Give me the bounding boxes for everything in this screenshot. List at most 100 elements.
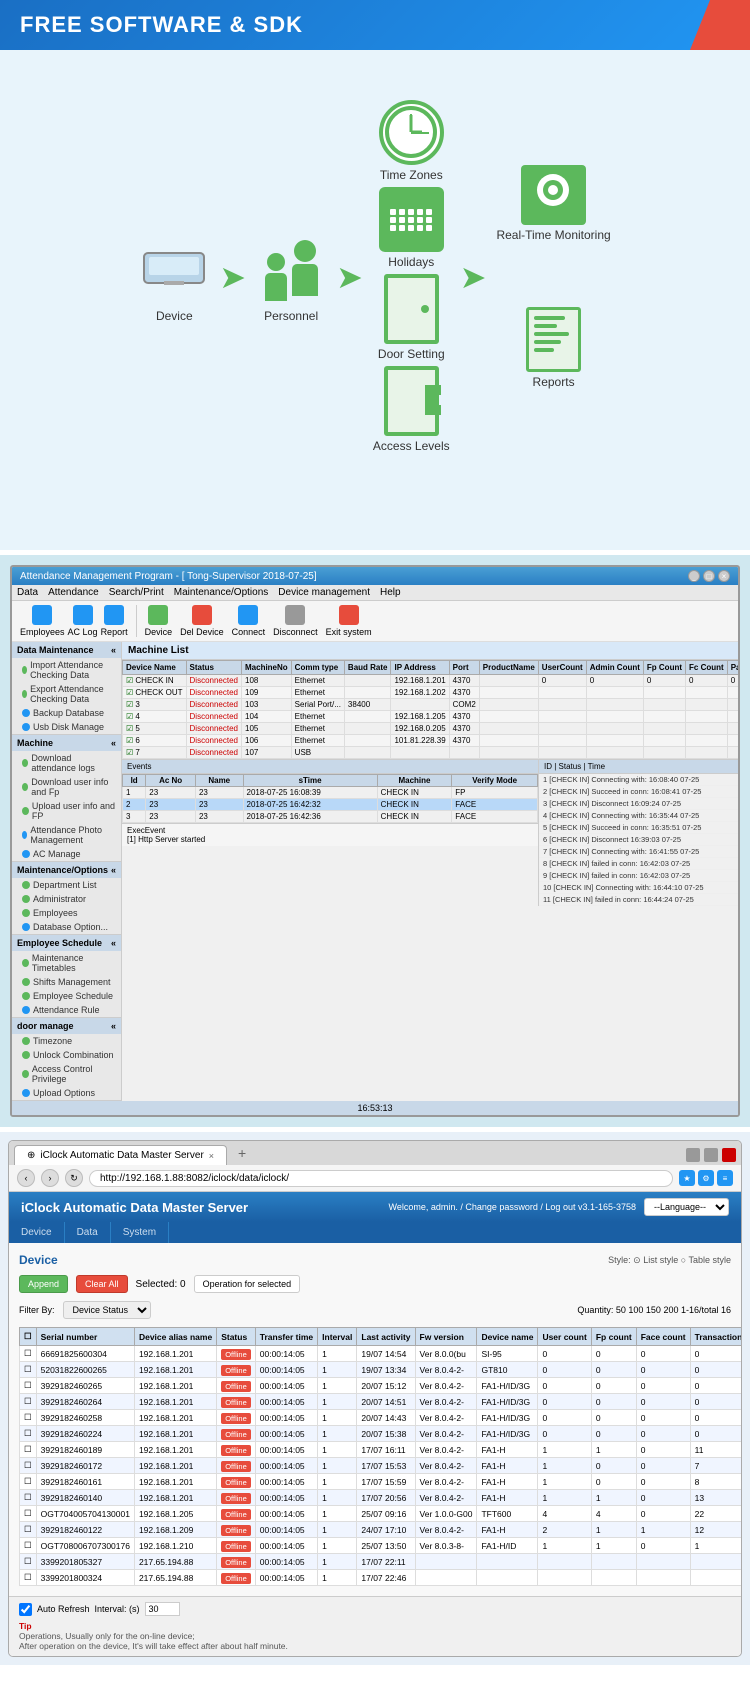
- url-input[interactable]: [89, 1170, 673, 1187]
- sidebar-db[interactable]: Database Option...: [12, 920, 121, 934]
- web-table-row[interactable]: ☐OGT708006707300176192.168.1.210 Offline…: [20, 1538, 743, 1554]
- sidebar-shifts[interactable]: Shifts Management: [12, 975, 121, 989]
- auto-refresh-checkbox[interactable]: [19, 1603, 32, 1616]
- sidebar-dept[interactable]: Department List: [12, 878, 121, 892]
- menu-help[interactable]: Help: [380, 587, 401, 598]
- close-btn[interactable]: ×: [718, 570, 730, 582]
- event-row[interactable]: 323232018-07-25 16:42:36CHECK INFACE: [123, 811, 538, 823]
- settings-icon[interactable]: ⚙: [698, 1170, 714, 1186]
- sidebar-backup[interactable]: Backup Database: [12, 706, 121, 720]
- forward-btn[interactable]: ›: [41, 1169, 59, 1187]
- table-row[interactable]: ☑ 6 Disconnected 106Ethernet 101.81.228.…: [123, 735, 739, 747]
- sidebar-admin[interactable]: Administrator: [12, 892, 121, 906]
- sidebar-door-header[interactable]: door manage«: [12, 1018, 121, 1034]
- sidebar-usb[interactable]: Usb Disk Manage: [12, 720, 121, 734]
- sidebar-access-priv[interactable]: Access Control Privilege: [12, 1062, 121, 1086]
- sidebar-upload-user[interactable]: Upload user info and FP: [12, 799, 121, 823]
- operation-btn[interactable]: Operation for selected: [194, 1275, 301, 1293]
- sidebar-emp-schedule-header[interactable]: Employee Schedule«: [12, 935, 121, 951]
- exit-system-btn[interactable]: Exit system: [326, 605, 372, 637]
- report-tab[interactable]: Report: [101, 605, 128, 637]
- web-table-row[interactable]: ☐3929182460122192.168.1.209 Offline 00:0…: [20, 1522, 743, 1538]
- sidebar-attendance-rule[interactable]: Attendance Rule: [12, 1003, 121, 1017]
- close-browser[interactable]: [722, 1148, 736, 1162]
- clear-all-btn[interactable]: Clear All: [76, 1275, 128, 1293]
- connect-btn[interactable]: Connect: [232, 605, 266, 637]
- th-alias: Device alias name: [134, 1328, 216, 1346]
- menu-device[interactable]: Device management: [278, 587, 370, 598]
- menu-attendance[interactable]: Attendance: [48, 587, 99, 598]
- web-table-row[interactable]: ☐3399201800324217.65.194.88 Offline 00:0…: [20, 1570, 743, 1586]
- sidebar-ac[interactable]: AC Manage: [12, 847, 121, 861]
- web-table-row[interactable]: ☐3399201805327217.65.194.88 Offline 00:0…: [20, 1554, 743, 1570]
- web-table-row[interactable]: ☐3929182460172192.168.1.201 Offline 00:0…: [20, 1458, 743, 1474]
- sidebar-upload-opts[interactable]: Upload Options: [12, 1086, 121, 1100]
- minimize-browser[interactable]: [686, 1148, 700, 1162]
- web-table-row[interactable]: ☐3929182460140192.168.1.201 Offline 00:0…: [20, 1490, 743, 1506]
- sidebar-employees[interactable]: Employees: [12, 906, 121, 920]
- back-btn[interactable]: ‹: [17, 1169, 35, 1187]
- restore-browser[interactable]: [704, 1148, 718, 1162]
- minimize-btn[interactable]: _: [688, 570, 700, 582]
- machine-list-header: Machine List: [122, 642, 738, 660]
- filter-select[interactable]: Device Status: [63, 1301, 151, 1319]
- disconnect-btn[interactable]: Disconnect: [273, 605, 318, 637]
- sidebar-maintenance-header[interactable]: Maintenance/Options«: [12, 862, 121, 878]
- del-device-btn[interactable]: Del Device: [180, 605, 224, 637]
- star-icon[interactable]: ★: [679, 1170, 695, 1186]
- table-row[interactable]: ☑ CHECK IN Disconnected 108Ethernet 192.…: [123, 675, 739, 687]
- app-screenshot-section: Attendance Management Program - [ Tong-S…: [0, 555, 750, 1127]
- sidebar-unlock[interactable]: Unlock Combination: [12, 1048, 121, 1062]
- maximize-btn[interactable]: □: [703, 570, 715, 582]
- tab-close[interactable]: ×: [209, 1151, 214, 1161]
- sidebar-export[interactable]: Export Attendance Checking Data: [12, 682, 121, 706]
- append-btn[interactable]: Append: [19, 1275, 68, 1293]
- new-tab-btn[interactable]: +: [230, 1141, 254, 1165]
- interval-input[interactable]: [145, 1602, 180, 1616]
- menu-maintenance[interactable]: Maintenance/Options: [174, 587, 269, 598]
- web-nav-system[interactable]: System: [111, 1222, 169, 1243]
- title-bar: Attendance Management Program - [ Tong-S…: [12, 567, 738, 585]
- web-table-row[interactable]: ☐3929182460264192.168.1.201 Offline 00:0…: [20, 1394, 743, 1410]
- web-table-row[interactable]: ☐3929182460265192.168.1.201 Offline 00:0…: [20, 1378, 743, 1394]
- table-row[interactable]: ☑ 5 Disconnected 105Ethernet 192.168.0.2…: [123, 723, 739, 735]
- employees-tab[interactable]: Employees: [20, 605, 65, 637]
- refresh-btn[interactable]: ↻: [65, 1169, 83, 1187]
- web-table-row[interactable]: ☐OGT704005704130001192.168.1.205 Offline…: [20, 1506, 743, 1522]
- language-select[interactable]: --Language--: [644, 1198, 729, 1216]
- event-row[interactable]: 123232018-07-25 16:08:39CHECK INFP: [123, 787, 538, 799]
- title-bar-buttons[interactable]: _ □ ×: [688, 570, 730, 582]
- table-row[interactable]: ☑ CHECK OUT Disconnected 109Ethernet 192…: [123, 687, 739, 699]
- sidebar-timezone[interactable]: Timezone: [12, 1034, 121, 1048]
- browser-tab-active[interactable]: ⊕ iClock Automatic Data Master Server ×: [14, 1145, 227, 1165]
- table-row[interactable]: ☑ 7 Disconnected 107USB 3204: [123, 747, 739, 759]
- menu-search[interactable]: Search/Print: [109, 587, 164, 598]
- web-table-row[interactable]: ☐66691825600304192.168.1.201 Offline 00:…: [20, 1346, 743, 1362]
- sidebar-download-user[interactable]: Download user info and Fp: [12, 775, 121, 799]
- web-table-row[interactable]: ☐3929182460189192.168.1.201 Offline 00:0…: [20, 1442, 743, 1458]
- menu-data[interactable]: Data: [17, 587, 38, 598]
- col-port: Port: [449, 661, 479, 675]
- sidebar-machine-header[interactable]: Machine«: [12, 735, 121, 751]
- auto-refresh-label: Auto Refresh: [37, 1604, 90, 1614]
- sidebar-import[interactable]: Import Attendance Checking Data: [12, 658, 121, 682]
- sidebar-data-header[interactable]: Data Maintenance«: [12, 642, 121, 658]
- door-icon: [384, 274, 439, 344]
- web-table-row[interactable]: ☐3929182460161192.168.1.201 Offline 00:0…: [20, 1474, 743, 1490]
- web-table-row[interactable]: ☐3929182460258192.168.1.201 Offline 00:0…: [20, 1410, 743, 1426]
- aclog-tab[interactable]: AC Log: [68, 605, 98, 637]
- web-table-row[interactable]: ☐3929182460224192.168.1.201 Offline 00:0…: [20, 1426, 743, 1442]
- sidebar-photo[interactable]: Attendance Photo Management: [12, 823, 121, 847]
- menu-bar[interactable]: Data Attendance Search/Print Maintenance…: [12, 585, 738, 601]
- table-row[interactable]: ☑ 4 Disconnected 104Ethernet 192.168.1.2…: [123, 711, 739, 723]
- menu-icon[interactable]: ≡: [717, 1170, 733, 1186]
- web-nav-device[interactable]: Device: [9, 1222, 65, 1243]
- table-row[interactable]: ☑ 3 Disconnected 103Serial Port/...38400…: [123, 699, 739, 711]
- device-btn[interactable]: Device: [145, 605, 173, 637]
- sidebar-timetables[interactable]: Maintenance Timetables: [12, 951, 121, 975]
- sidebar-download-logs[interactable]: Download attendance logs: [12, 751, 121, 775]
- sidebar-emp-schedule[interactable]: Employee Schedule: [12, 989, 121, 1003]
- web-nav-data[interactable]: Data: [65, 1222, 111, 1243]
- event-row[interactable]: 223232018-07-25 16:42:32CHECK INFACE: [123, 799, 538, 811]
- web-table-row[interactable]: ☐52031822600265192.168.1.201 Offline 00:…: [20, 1362, 743, 1378]
